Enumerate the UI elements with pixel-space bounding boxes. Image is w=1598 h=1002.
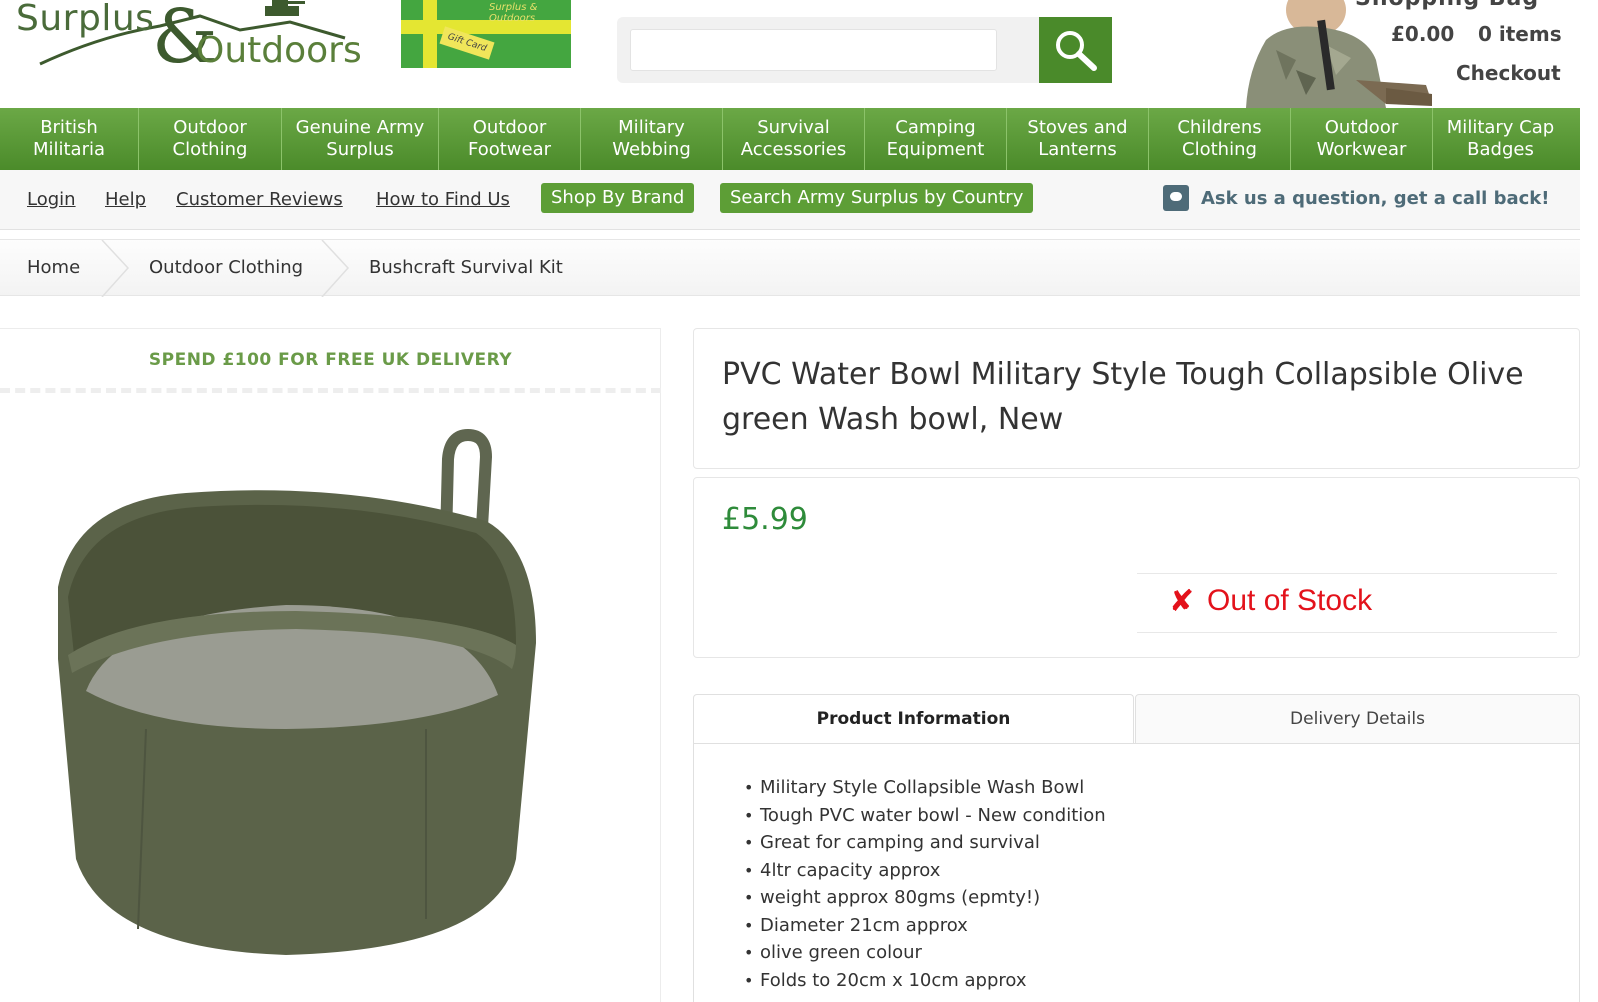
- breadcrumb-separator-icon: [321, 240, 350, 297]
- gift-card-brand: Surplus & Outdoors: [489, 2, 538, 24]
- search-icon: [1056, 31, 1097, 71]
- logo-text-surplus: Surplus: [16, 0, 155, 39]
- shop-by-brand-button[interactable]: Shop By Brand: [541, 183, 695, 213]
- breadcrumb-category[interactable]: Outdoor Clothing: [149, 257, 303, 278]
- tab-delivery-details[interactable]: Delivery Details: [1135, 694, 1580, 744]
- list-item: 4ltr capacity approx: [744, 857, 1106, 885]
- product-title-box: PVC Water Bowl Military Style Tough Coll…: [693, 328, 1580, 469]
- gift-card-banner[interactable]: Surplus & Outdoors Gift Card: [401, 0, 571, 68]
- nav-item-label: Camping: [895, 117, 976, 138]
- soldier-image: [1236, 0, 1442, 108]
- nav-item-label: Surplus: [326, 139, 394, 160]
- stock-status: ✘ Out of Stock: [1137, 573, 1557, 633]
- nav-item-outdoor-footwear[interactable]: Outdoor Footwear: [439, 108, 581, 170]
- nav-item-childrens-clothing[interactable]: Childrens Clothing: [1149, 108, 1291, 170]
- nav-item-label: Survival: [757, 117, 830, 138]
- nav-item-label: Clothing: [1182, 139, 1257, 160]
- customer-reviews-link[interactable]: Customer Reviews: [176, 189, 343, 210]
- nav-item-stoves-lanterns[interactable]: Stoves and Lanterns: [1007, 108, 1149, 170]
- cart-total[interactable]: £0.00: [1391, 22, 1454, 46]
- nav-item-label: Webbing: [612, 139, 691, 160]
- product-price: £5.99: [722, 502, 808, 537]
- product-image-panel: SPEND £100 FOR FREE UK DELIVERY: [0, 328, 661, 1002]
- list-item: Great for camping and survival: [744, 829, 1106, 857]
- nav-item-label: Badges: [1467, 139, 1534, 160]
- chat-bubble-icon: [1163, 185, 1189, 211]
- nav-item-military-cap-badges[interactable]: Military Cap Badges: [1433, 108, 1568, 170]
- nav-item-label: Genuine Army: [295, 117, 425, 138]
- nav-item-label: Military Cap: [1446, 117, 1555, 138]
- nav-item-label: Equipment: [886, 139, 985, 160]
- x-icon: ✘: [1169, 584, 1195, 619]
- search-button[interactable]: [1039, 17, 1112, 83]
- search-by-country-button[interactable]: Search Army Surplus by Country: [720, 183, 1034, 213]
- nav-item-label: Footwear: [467, 139, 552, 160]
- nav-item-military-webbing[interactable]: Military Webbing: [581, 108, 723, 170]
- nav-item-label: Outdoor: [173, 117, 247, 138]
- search-bar: [617, 17, 1112, 83]
- nav-item-label: Accessories: [740, 139, 847, 160]
- callback-label: Ask us a question, get a call back!: [1201, 188, 1550, 209]
- breadcrumb-home[interactable]: Home: [27, 257, 80, 278]
- checkout-link[interactable]: Checkout: [1456, 61, 1561, 85]
- how-to-find-us-link[interactable]: How to Find Us: [376, 189, 510, 210]
- nav-item-label: Workwear: [1316, 139, 1407, 160]
- site-header: Surplus & Outdoors Surplus & Outdoors Gi…: [0, 0, 1598, 108]
- cart-item-count[interactable]: 0 items: [1478, 22, 1562, 46]
- list-item: Folds to 20cm x 10cm approx: [744, 967, 1106, 995]
- list-item: Diameter 21cm approx: [744, 912, 1106, 940]
- nav-item-outdoor-clothing[interactable]: Outdoor Clothing: [139, 108, 282, 170]
- price-box: £5.99 ✘ Out of Stock: [693, 477, 1580, 658]
- free-delivery-promo: SPEND £100 FOR FREE UK DELIVERY: [148, 350, 513, 370]
- nav-item-label: Lanterns: [1038, 139, 1117, 160]
- list-item: Military Style Collapsible Wash Bowl: [744, 774, 1106, 802]
- nav-item-label: Stoves and: [1027, 117, 1128, 138]
- nav-item-label: Military: [618, 117, 685, 138]
- nav-item-label: Childrens: [1177, 117, 1262, 138]
- nav-item-british-militaria[interactable]: British Militaria: [0, 108, 139, 170]
- product-info-panel: Military Style Collapsible Wash Bowl Tou…: [693, 743, 1580, 1002]
- feature-list: Military Style Collapsible Wash Bowl Tou…: [744, 774, 1106, 994]
- nav-item-label: Outdoor: [472, 117, 547, 138]
- nav-item-label: Outdoor: [1324, 117, 1399, 138]
- secondary-nav: Login Help Customer Reviews How to Find …: [0, 170, 1580, 230]
- login-link[interactable]: Login: [27, 189, 76, 210]
- breadcrumb: Home Outdoor Clothing Bushcraft Survival…: [0, 239, 1580, 297]
- product-title: PVC Water Bowl Military Style Tough Coll…: [722, 357, 1524, 437]
- logo-text-outdoors: Outdoors: [196, 30, 362, 71]
- divider: [0, 388, 661, 393]
- main-nav: British Militaria Outdoor Clothing Genui…: [0, 108, 1580, 170]
- breadcrumb-current: Bushcraft Survival Kit: [369, 257, 563, 278]
- breadcrumb-separator-icon: [101, 240, 130, 297]
- search-input[interactable]: [630, 29, 997, 71]
- site-logo[interactable]: Surplus & Outdoors: [10, 0, 370, 81]
- nav-item-camping-equipment[interactable]: Camping Equipment: [865, 108, 1007, 170]
- product-tabs: Product Information Delivery Details: [693, 694, 1580, 744]
- product-image[interactable]: [46, 429, 546, 969]
- list-item: weight approx 80gms (epmty!): [744, 884, 1106, 912]
- list-item: olive green colour: [744, 939, 1106, 967]
- stock-status-label: Out of Stock: [1207, 584, 1373, 617]
- nav-item-survival-accessories[interactable]: Survival Accessories: [723, 108, 865, 170]
- help-link[interactable]: Help: [105, 189, 146, 210]
- nav-item-label: Clothing: [172, 139, 248, 160]
- gift-ribbon-vertical: [423, 0, 437, 68]
- nav-item-label: British Militaria: [32, 117, 106, 160]
- tab-product-information[interactable]: Product Information: [693, 694, 1134, 744]
- nav-item-outdoor-workwear[interactable]: Outdoor Workwear: [1291, 108, 1433, 170]
- cart-title[interactable]: Shopping Bag: [1355, 0, 1539, 11]
- nav-item-genuine-army-surplus[interactable]: Genuine Army Surplus: [282, 108, 439, 170]
- list-item: Tough PVC water bowl - New condition: [744, 802, 1106, 830]
